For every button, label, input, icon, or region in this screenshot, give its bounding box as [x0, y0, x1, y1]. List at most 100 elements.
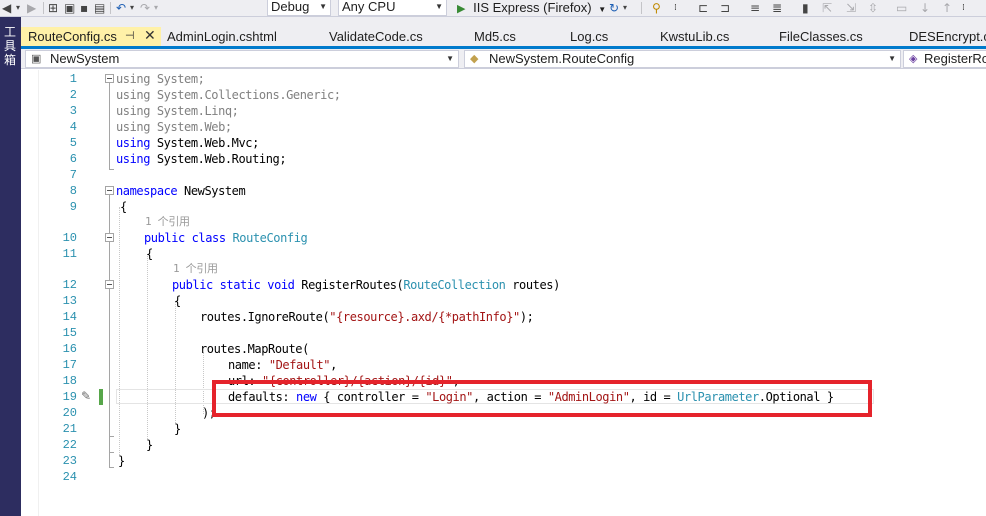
toolbox-side-panel[interactable]: 工具箱 — [0, 17, 21, 516]
tab-desencrypt[interactable]: DESEncrypt.cs — [909, 27, 986, 46]
code-line[interactable]: public static void RegisterRoutes(RouteC… — [21, 277, 986, 293]
code-line[interactable]: namespace NewSystem — [21, 183, 986, 199]
code-text: } — [174, 422, 181, 436]
tab-adminlogin[interactable]: AdminLogin.cshtml — [167, 27, 277, 46]
code-text: routes.IgnoreRoute( — [200, 310, 330, 324]
chevron-down-icon: ▼ — [446, 54, 454, 63]
code-text: { — [146, 247, 153, 261]
code-text: , — [330, 358, 337, 372]
code-line[interactable]: { — [21, 293, 986, 309]
code-line[interactable]: using System.Web.Mvc; — [21, 135, 986, 151]
undo-dropdown-caret[interactable]: ▾ — [130, 0, 134, 16]
code-text: } — [118, 454, 125, 468]
code-text: RegisterRoutes( — [294, 278, 404, 292]
tab-label: Log.cs — [570, 29, 609, 44]
code-text: NewSystem — [177, 184, 246, 198]
codelens-row[interactable]: 1 个引用 — [21, 261, 986, 277]
code-line[interactable]: using System.Web.Routing; — [21, 151, 986, 167]
step-over-icon[interactable]: ⊐ — [720, 0, 730, 16]
step-into-icon[interactable]: ⊏ — [698, 0, 708, 16]
code-line[interactable]: name: "Default", — [21, 357, 986, 373]
tab-kwstulib[interactable]: KwstuLib.cs — [660, 27, 729, 46]
code-keyword: using — [116, 72, 151, 86]
up-arrow-icon[interactable]: ↑ — [942, 0, 952, 16]
code-line[interactable]: } — [21, 453, 986, 469]
toolbar-overflow-icon[interactable]: ⁞ — [674, 0, 677, 16]
previous-bookmark-icon[interactable]: ⇱ — [822, 0, 832, 16]
refresh-icon[interactable]: ↻ — [609, 0, 619, 16]
standard-toolbar: ◀ ▾ ▶ ⊞ ▣ ▪ ▤ ↶ ▾ ↷ ▾ Debug ▼ Any CPU ▼ … — [0, 0, 986, 17]
pin-icon[interactable]: ⊣ — [125, 27, 135, 46]
tab-fileclasses[interactable]: FileClasses.cs — [779, 27, 863, 46]
configuration-dropdown[interactable]: Debug ▼ — [267, 0, 331, 16]
toolbox-label[interactable]: 工具箱 — [3, 25, 17, 67]
code-line[interactable]: using System.Linq; — [21, 103, 986, 119]
platform-dropdown[interactable]: Any CPU ▼ — [338, 0, 447, 16]
code-text: System.Web.Routing; — [150, 152, 287, 166]
code-string: "{resource}.axd/{*pathInfo}" — [329, 310, 520, 324]
type-dropdown[interactable]: ◆ NewSystem.RouteConfig ▼ — [464, 50, 901, 68]
back-dropdown-caret[interactable]: ▾ — [16, 0, 20, 16]
csharp-project-icon: ▣ — [31, 53, 42, 65]
refresh-dropdown-caret[interactable]: ▾ — [623, 0, 627, 16]
redo-icon[interactable]: ↷ — [140, 0, 150, 16]
codelens-row[interactable]: 1 个引用 — [21, 214, 986, 230]
bookmark-folder-icon[interactable]: ▭ — [896, 0, 907, 16]
save-icon[interactable]: ▪ — [80, 0, 88, 16]
bookmark-icon[interactable]: ▮ — [802, 0, 809, 16]
undo-icon[interactable]: ↶ — [116, 0, 126, 16]
tab-routeconfig[interactable]: RouteConfig.cs ⊣ ✕ — [21, 27, 161, 46]
tab-label: Md5.cs — [474, 29, 516, 44]
codelens-references[interactable]: 1 个引用 — [145, 214, 190, 230]
redo-dropdown-caret[interactable]: ▾ — [154, 0, 158, 16]
code-line[interactable]: using System; — [21, 71, 986, 87]
tab-log[interactable]: Log.cs — [570, 27, 608, 46]
code-text: System.Web.Mvc; — [150, 136, 259, 150]
code-line[interactable]: } — [21, 421, 986, 437]
codelens-references[interactable]: 1 个引用 — [173, 261, 218, 277]
next-bookmark-icon[interactable]: ⇲ — [846, 0, 856, 16]
code-line[interactable]: routes.IgnoreRoute("{resource}.axd/{*pat… — [21, 309, 986, 325]
find-icon[interactable]: ⚲ — [652, 0, 661, 16]
forward-arrow-icon[interactable]: ▶ — [27, 0, 36, 16]
project-dropdown[interactable]: ▣ NewSystem ▼ — [25, 50, 459, 68]
code-text: } — [146, 438, 153, 452]
tab-label: AdminLogin.cshtml — [167, 29, 277, 44]
run-target-label: IIS Express (Firefox) — [473, 0, 592, 15]
code-line[interactable]: routes.MapRoute( — [21, 341, 986, 357]
close-icon[interactable]: ✕ — [144, 26, 156, 45]
code-keyword: public static void — [172, 278, 295, 292]
code-line[interactable]: using System.Collections.Generic; — [21, 87, 986, 103]
new-project-icon[interactable]: ⊞ — [48, 0, 58, 16]
back-arrow-icon[interactable]: ◀ — [2, 0, 11, 16]
highlight-annotation-box — [212, 380, 872, 417]
clear-bookmarks-icon[interactable]: ⇳ — [868, 0, 878, 16]
chevron-down-icon: ▼ — [435, 2, 443, 11]
line-number: 15 — [62, 326, 77, 340]
chevron-down-icon: ▼ — [888, 54, 896, 63]
code-line[interactable]: { — [21, 246, 986, 262]
code-line[interactable]: using System.Web; — [21, 119, 986, 135]
run-button[interactable]: ▶ IIS Express (Firefox) ▼ — [457, 0, 606, 16]
tab-validatecode[interactable]: ValidateCode.cs — [329, 27, 423, 46]
toolbar-separator — [43, 2, 44, 14]
down-arrow-icon[interactable]: ↓ — [920, 0, 930, 16]
toolbar-overflow-icon[interactable]: ⁞ — [962, 0, 965, 16]
code-line[interactable]: public class RouteConfig — [21, 230, 986, 246]
comment-icon[interactable]: ≡ — [750, 0, 760, 16]
save-all-icon[interactable]: ▤ — [94, 0, 105, 16]
chevron-down-icon: ▼ — [598, 5, 607, 14]
code-keyword: using — [116, 120, 151, 134]
code-line[interactable]: } — [21, 437, 986, 453]
open-file-icon[interactable]: ▣ — [64, 0, 75, 16]
toolbar-separator — [110, 2, 111, 14]
member-dropdown[interactable]: ◈ RegisterRoutes — [903, 50, 986, 68]
navigation-bar: ▣ NewSystem ▼ ◆ NewSystem.RouteConfig ▼ … — [21, 49, 986, 69]
uncomment-icon[interactable]: ≣ — [772, 0, 782, 16]
code-editor[interactable]: ✎ 1 2 3 4 5 6 7 8 9 10 11 12 13 14 15 16… — [21, 70, 986, 516]
tab-md5[interactable]: Md5.cs — [474, 27, 516, 46]
code-text: routes) — [505, 278, 560, 292]
code-line[interactable]: { — [21, 199, 986, 215]
configuration-value: Debug — [271, 0, 310, 14]
code-keyword: namespace — [116, 184, 178, 198]
